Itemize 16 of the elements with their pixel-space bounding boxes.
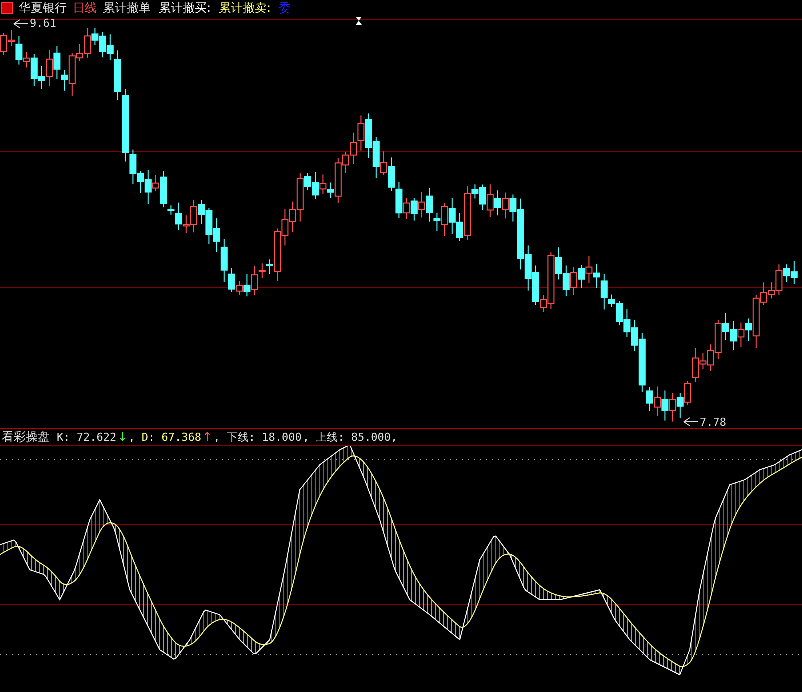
indicator-value: , D: 67.368 xyxy=(128,430,202,444)
legend-text: 华夏银行 xyxy=(19,1,67,15)
legend-text: 累计撤卖: xyxy=(219,1,272,15)
indicator-value: , 上线: 85.000, xyxy=(302,430,398,444)
trend-arrow: ↑ xyxy=(202,430,213,444)
cursor-marker-icon xyxy=(356,17,362,25)
indicator-value: , 下线: 18.000 xyxy=(214,430,302,444)
legend-text: 日线 xyxy=(73,1,97,15)
legend-text: 累计撤买: xyxy=(159,1,212,15)
high-label: 9.61 xyxy=(14,17,56,30)
indicator-value: K: 72.622 xyxy=(57,430,117,444)
legend-text: 委 xyxy=(279,1,292,15)
legend-text: 累计撤单 xyxy=(103,1,151,15)
low-label: 7.78 xyxy=(684,416,726,428)
trend-arrow: ↓ xyxy=(118,430,128,444)
indicator-title: 看彩操盘 xyxy=(2,428,50,446)
